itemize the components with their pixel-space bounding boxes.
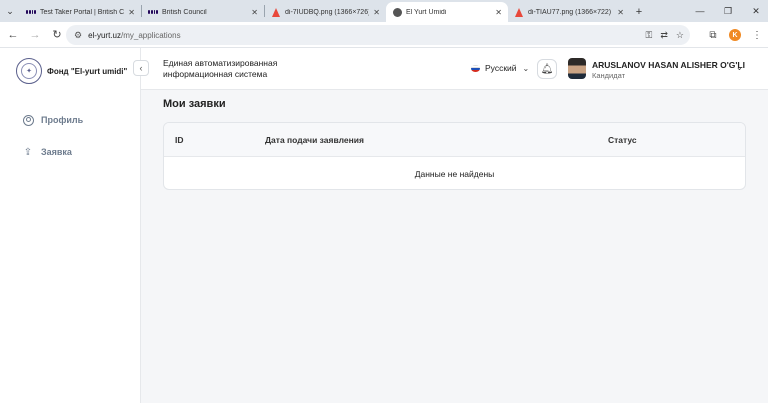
page-title: Мои заявки xyxy=(163,98,226,110)
bookmark-star-icon[interactable]: ☆ xyxy=(676,30,684,41)
brand[interactable]: ✦ Фонд "El-yurt umidi" xyxy=(16,58,127,84)
sidebar-item-label: Заявка xyxy=(41,147,72,157)
close-icon[interactable]: ✕ xyxy=(617,8,624,17)
bell-icon: 🔔︎ xyxy=(540,63,554,75)
app-header: Единая автоматизированная информационная… xyxy=(141,48,768,90)
russia-flag-icon xyxy=(471,64,480,72)
browser-tab-4[interactable]: El Yurt Umidi ✕ xyxy=(386,2,508,22)
avatar[interactable] xyxy=(568,58,586,79)
pdf-icon xyxy=(271,7,281,17)
key-icon[interactable]: ⚿ xyxy=(646,30,653,41)
column-header-status: Статус xyxy=(608,135,637,145)
profile-avatar-icon[interactable]: K xyxy=(724,24,746,46)
language-select[interactable]: Русский ⌄ xyxy=(471,63,529,73)
browser-menu-icon[interactable]: ⋮ xyxy=(746,24,768,46)
upload-icon: ⇪ xyxy=(23,146,33,158)
user-name[interactable]: ARUSLANOV HASAN ALISHER O'G'LI xyxy=(592,60,745,70)
sidebar-item-application[interactable]: ⇪ Заявка xyxy=(22,144,72,160)
tab-title: di-7IUDBQ.png (1366×726) xyxy=(285,8,370,16)
user-role: Кандидат xyxy=(592,71,626,80)
browser-tab-bar: ⌄ Test Taker Portal | British Cou ✕ Brit… xyxy=(0,0,768,22)
tab-search-icon[interactable]: ⌄ xyxy=(0,0,20,22)
extensions-icon[interactable]: ⧉ xyxy=(702,24,724,46)
column-header-id: ID xyxy=(175,135,184,145)
tab-title: El Yurt Umidi xyxy=(406,8,447,16)
applications-table: ID Дата подачи заявления Статус Данные н… xyxy=(163,122,746,190)
system-title: Единая автоматизированная информационная… xyxy=(163,58,278,79)
new-tab-icon[interactable]: + xyxy=(630,2,648,22)
url-text: el-yurt.uz/my_applications xyxy=(88,30,181,40)
site-settings-icon[interactable]: ⚙ xyxy=(74,30,82,41)
pdf-icon xyxy=(514,7,524,17)
sidebar: ✦ Фонд "El-yurt umidi" Профиль ⇪ Заявка xyxy=(0,48,141,403)
back-icon[interactable]: ← xyxy=(2,24,24,46)
sidebar-item-profile[interactable]: Профиль xyxy=(22,112,83,128)
close-icon[interactable]: ✕ xyxy=(495,8,502,17)
notifications-button[interactable]: 🔔︎ xyxy=(537,59,557,79)
british-council-icon xyxy=(148,7,158,17)
close-icon[interactable]: ✕ xyxy=(128,8,135,17)
window-close-icon[interactable]: ✕ xyxy=(744,0,768,22)
language-label: Русский xyxy=(485,63,517,73)
browser-toolbar: ← → ↻ ⚙ el-yurt.uz/my_applications ⚿ ⇄ ☆… xyxy=(0,22,768,48)
minimize-icon[interactable]: — xyxy=(688,0,712,22)
browser-tab-1[interactable]: Test Taker Portal | British Cou ✕ xyxy=(20,2,141,22)
forward-icon[interactable]: → xyxy=(24,24,46,46)
tab-title: British Council xyxy=(162,8,207,16)
reload-icon[interactable]: ↻ xyxy=(46,24,68,46)
tab-title: Test Taker Portal | British Cou xyxy=(40,8,125,16)
sidebar-item-label: Профиль xyxy=(41,115,84,125)
close-icon[interactable]: ✕ xyxy=(251,8,258,17)
browser-tab-2[interactable]: British Council ✕ xyxy=(142,2,264,22)
british-council-icon xyxy=(26,7,36,17)
table-header: ID Дата подачи заявления Статус xyxy=(164,123,745,157)
empty-state-text: Данные не найдены xyxy=(414,169,495,179)
sidebar-collapse-button[interactable]: ‹ xyxy=(133,60,149,76)
el-yurt-icon xyxy=(392,7,402,17)
chevron-left-icon: ‹ xyxy=(139,63,143,73)
browser-tab-3[interactable]: di-7IUDBQ.png (1366×726) ✕ xyxy=(265,2,386,22)
translate-icon[interactable]: ⇄ xyxy=(660,30,668,41)
brand-name: Фонд "El-yurt umidi" xyxy=(47,66,128,76)
chevron-down-icon: ⌄ xyxy=(522,63,530,73)
chevron-down-icon[interactable]: ⌄ xyxy=(736,63,743,72)
restore-icon[interactable]: ❐ xyxy=(716,0,740,22)
user-circle-icon xyxy=(22,114,34,126)
foundation-logo-icon: ✦ xyxy=(16,58,42,84)
browser-tab-5[interactable]: di-TIAU77.png (1366×722) ✕ xyxy=(508,2,630,22)
address-bar[interactable]: ⚙ el-yurt.uz/my_applications ⚿ ⇄ ☆ xyxy=(66,25,690,45)
close-icon[interactable]: ✕ xyxy=(373,8,380,17)
tab-title: di-TIAU77.png (1366×722) xyxy=(528,8,612,16)
column-header-date: Дата подачи заявления xyxy=(265,135,364,145)
